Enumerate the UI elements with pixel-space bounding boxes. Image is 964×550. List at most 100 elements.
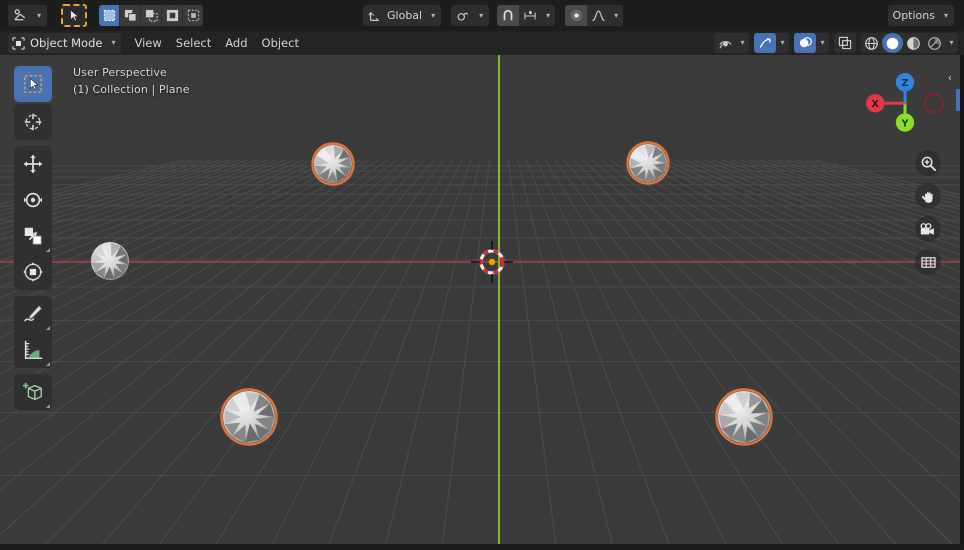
options-chevron-icon: ▾ [943,10,948,20]
select-mode-invert[interactable] [162,5,183,26]
select-mode-group[interactable] [99,5,204,26]
y-axis[interactable]: Y [895,113,915,132]
sidebar-toggle[interactable]: ‹ [948,71,952,84]
shading-rendered[interactable] [924,33,945,53]
sphere-4[interactable] [220,388,278,446]
select-mode-subtract[interactable] [141,5,162,26]
snap-chevron-icon[interactable]: ▾ [541,5,556,26]
menu-add[interactable]: Add [218,33,254,53]
zoom-button[interactable] [915,150,941,176]
menu-view[interactable]: View [127,33,168,53]
gizmo-chevron-icon[interactable]: ▾ [776,33,789,53]
sphere-1[interactable] [311,142,355,186]
sphere-5[interactable] [715,388,773,446]
3d-viewport[interactable]: User Perspective (1) Collection | Plane [0,55,960,544]
shading-wireframe[interactable] [861,33,882,53]
x-axis-label: X [872,99,880,110]
viewport-header-right: ▾ ▾ ▾ ▾ [714,33,958,53]
snap-toggle-group[interactable]: ▾ [497,5,556,26]
select-mode-set-new[interactable] [99,5,120,26]
tool-expand-corner [46,248,50,252]
editor-type-icon [13,8,28,23]
pivot-point-dropdown[interactable]: ▾ [451,5,490,26]
tool-transform[interactable] [14,254,52,290]
z-axis[interactable]: Z [895,73,915,92]
gizmo-icon[interactable] [754,33,776,53]
tool-expand-corner [46,326,50,330]
options-label: Options [892,9,935,22]
overlays-chevron-icon[interactable]: ▾ [816,33,829,53]
visibility-chevron-icon[interactable]: ▾ [736,33,749,53]
shading-group[interactable]: ▾ [861,33,958,53]
object-mode-icon [12,36,25,50]
viewport-header: Object Mode ▾ View Select Add Object ▾ ▾… [0,31,964,55]
falloff-icon[interactable] [588,5,609,26]
view-name-label: User Perspective [73,66,167,79]
tool-measure[interactable] [14,332,52,368]
active-tool-group[interactable] [61,4,88,27]
pan-button[interactable] [915,183,941,209]
gizmo-group[interactable]: ▾ [754,33,789,53]
tool-expand-corner [46,404,50,408]
editor-type-button[interactable]: ▾ [8,5,48,26]
menu-object[interactable]: Object [255,33,306,53]
viewport-toolbar[interactable] [14,66,52,410]
transform-orientation-label: Global [387,9,423,22]
tool-expand-corner [46,362,50,366]
options-group[interactable]: Options ▾ [887,5,954,26]
camera-button[interactable] [915,216,941,242]
tool-rotate[interactable] [14,182,52,218]
shading-material-preview[interactable] [903,33,924,53]
tool-add-cube[interactable] [14,374,52,410]
editor-type-chevron-icon: ▾ [37,10,42,20]
y-axis-label: Y [901,118,910,129]
x-axis[interactable]: X [866,94,885,113]
xray-icon[interactable] [834,33,856,53]
tool-tweak[interactable] [14,66,52,102]
z-axis-label: Z [902,78,909,89]
options-button[interactable]: Options ▾ [887,5,954,26]
xray-group[interactable] [834,33,856,53]
snap-mode-icon[interactable] [520,5,541,26]
object-mode-label: Object Mode [30,36,103,50]
proportional-edit-button[interactable] [565,5,588,26]
snap-group[interactable]: ▾ [451,5,490,26]
shading-solid[interactable] [882,33,903,53]
visibility-group[interactable]: ▾ [714,33,749,53]
select-mode-extend[interactable] [120,5,141,26]
pivot-chevron-icon: ▾ [479,10,484,20]
overlays-group[interactable]: ▾ [794,33,829,53]
sphere-2[interactable] [626,141,670,185]
transform-orientation-dropdown[interactable]: Global ▾ [363,5,442,26]
overlays-icon[interactable] [794,33,816,53]
orientation-chevron-icon: ▾ [431,10,436,20]
scene-info-label: (1) Collection | Plane [73,83,190,96]
falloff-chevron-icon[interactable]: ▾ [609,5,624,26]
tool-scale[interactable] [14,218,52,254]
proportional-editing-group[interactable]: ▾ [565,5,624,26]
viewport-grid [0,55,960,544]
tool-move[interactable] [14,146,52,182]
snap-magnet-button[interactable] [497,5,520,26]
menu-select[interactable]: Select [169,33,218,53]
tool-cursor[interactable] [14,104,52,140]
tool-annotate[interactable] [14,296,52,332]
visibility-icon[interactable] [714,33,736,53]
sphere-3[interactable] [91,242,129,280]
pivot-icon [456,9,470,23]
ortho-toggle-button[interactable] [915,249,941,275]
object-mode-dropdown[interactable]: Object Mode ▾ [8,33,122,53]
object-mode-chevron-icon: ▾ [111,38,116,47]
transform-orientation-group[interactable]: Global ▾ [363,5,442,26]
viewport-nav-buttons[interactable] [915,150,941,275]
top-bar: ▾ Global ▾ ▾ ▾ ▾ Options ▾ [0,0,964,31]
select-mode-intersect[interactable] [183,5,204,26]
editor-type-selector[interactable]: ▾ [8,5,48,26]
orientation-icon [368,9,382,23]
shading-chevron-icon[interactable]: ▾ [945,33,958,53]
viewport-right-edge [960,55,964,544]
select-mode-segments[interactable] [99,5,204,26]
neg-x-axis[interactable] [923,92,945,114]
navigation-gizmo[interactable]: Z Y X [863,63,947,147]
tweak-tool-button[interactable] [61,4,88,27]
